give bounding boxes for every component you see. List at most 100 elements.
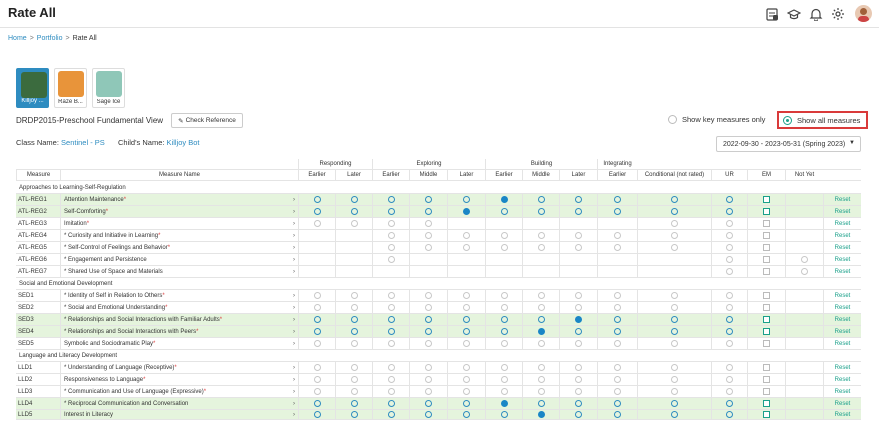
rating-radio-icon[interactable] — [387, 256, 395, 263]
ur-radio-icon[interactable] — [726, 220, 733, 227]
rating-cell[interactable] — [372, 326, 409, 337]
rating-cell[interactable] — [597, 242, 637, 253]
rating-radio-icon[interactable] — [425, 411, 432, 418]
rating-cell[interactable] — [372, 290, 409, 301]
rating-cell[interactable] — [559, 254, 597, 265]
em-cell[interactable] — [747, 374, 785, 385]
rating-radio-icon[interactable] — [313, 304, 321, 311]
rating-cell[interactable] — [447, 410, 485, 419]
rating-cell[interactable] — [372, 362, 409, 373]
conditional-radio-icon[interactable] — [671, 328, 678, 335]
ur-radio-icon[interactable] — [726, 328, 733, 335]
rating-cell[interactable] — [298, 290, 335, 301]
em-checkbox-icon[interactable] — [763, 232, 770, 239]
rating-radio-icon[interactable] — [575, 328, 582, 335]
ur-radio-icon[interactable] — [726, 340, 733, 347]
rating-cell[interactable] — [409, 386, 447, 397]
rating-cell[interactable] — [447, 338, 485, 349]
rating-radio-icon[interactable] — [425, 316, 432, 323]
rating-cell[interactable] — [522, 326, 559, 337]
chevron-right-icon[interactable]: › — [293, 389, 295, 395]
rating-cell[interactable] — [447, 398, 485, 409]
ur-radio-icon[interactable] — [726, 364, 733, 371]
em-checkbox-icon[interactable] — [763, 244, 770, 251]
rating-cell[interactable] — [597, 398, 637, 409]
ur-radio-icon[interactable] — [726, 244, 733, 251]
rating-cell[interactable] — [447, 314, 485, 325]
em-cell[interactable] — [747, 266, 785, 277]
rating-radio-icon[interactable] — [575, 232, 582, 239]
conditional-cell[interactable] — [637, 386, 711, 397]
show-key-measures-radio[interactable]: Show key measures only — [668, 115, 765, 124]
em-cell[interactable] — [747, 206, 785, 217]
ur-cell[interactable] — [711, 302, 747, 313]
not-yet-cell[interactable] — [785, 338, 823, 349]
rating-cell[interactable] — [409, 194, 447, 205]
rating-cell[interactable] — [447, 326, 485, 337]
rating-radio-icon[interactable] — [350, 220, 358, 227]
rating-radio-icon[interactable] — [614, 232, 621, 239]
rating-cell[interactable] — [447, 374, 485, 385]
rating-radio-icon[interactable] — [313, 364, 321, 371]
em-cell[interactable] — [747, 230, 785, 241]
conditional-cell[interactable] — [637, 362, 711, 373]
rating-radio-icon[interactable] — [500, 340, 508, 347]
rating-cell[interactable] — [298, 266, 335, 277]
measure-name-cell[interactable]: * Reciprocal Communication and Conversat… — [60, 398, 298, 409]
rating-cell[interactable] — [522, 410, 559, 419]
conditional-cell[interactable] — [637, 326, 711, 337]
rating-cell[interactable] — [447, 194, 485, 205]
rating-radio-icon[interactable] — [614, 244, 621, 251]
rating-cell[interactable] — [559, 206, 597, 217]
ur-radio-icon[interactable] — [726, 400, 733, 407]
rating-cell[interactable] — [409, 314, 447, 325]
rating-cell[interactable] — [298, 242, 335, 253]
rating-cell[interactable] — [447, 242, 485, 253]
not-yet-cell[interactable] — [785, 242, 823, 253]
conditional-cell[interactable] — [637, 290, 711, 301]
rating-radio-icon[interactable] — [313, 220, 321, 227]
rating-radio-icon[interactable] — [537, 316, 545, 323]
rating-cell[interactable] — [372, 410, 409, 419]
em-cell[interactable] — [747, 410, 785, 419]
rating-cell[interactable] — [597, 410, 637, 419]
rating-cell[interactable] — [409, 266, 447, 277]
rating-cell[interactable] — [559, 290, 597, 301]
rating-radio-icon[interactable] — [500, 316, 508, 323]
rating-cell[interactable] — [335, 194, 372, 205]
chevron-right-icon[interactable]: › — [293, 293, 295, 299]
not-yet-cell[interactable] — [785, 254, 823, 265]
conditional-cell[interactable] — [637, 410, 711, 419]
conditional-cell[interactable] — [637, 242, 711, 253]
rating-cell[interactable] — [485, 410, 522, 419]
rating-radio-icon[interactable] — [425, 292, 432, 299]
rating-radio-icon[interactable] — [387, 364, 395, 371]
child-card-2[interactable]: Sage Ice — [92, 68, 125, 108]
rating-radio-icon[interactable] — [614, 304, 621, 311]
rating-radio-icon[interactable] — [387, 400, 395, 407]
rating-radio-icon[interactable] — [500, 376, 508, 383]
rating-radio-icon[interactable] — [614, 208, 621, 215]
rating-radio-icon[interactable] — [387, 220, 395, 227]
rating-radio-icon[interactable] — [500, 292, 508, 299]
rating-cell[interactable] — [597, 290, 637, 301]
rating-cell[interactable] — [597, 326, 637, 337]
ur-cell[interactable] — [711, 206, 747, 217]
em-checkbox-icon[interactable] — [763, 316, 770, 323]
reset-link[interactable]: Reset — [835, 197, 851, 203]
rating-cell[interactable] — [372, 230, 409, 241]
reset-link[interactable]: Reset — [835, 269, 851, 275]
rating-radio-icon[interactable] — [463, 232, 470, 239]
rating-cell[interactable] — [559, 326, 597, 337]
ur-radio-icon[interactable] — [726, 268, 733, 275]
em-cell[interactable] — [747, 194, 785, 205]
conditional-cell[interactable] — [637, 230, 711, 241]
rating-cell[interactable] — [447, 254, 485, 265]
conditional-radio-icon[interactable] — [671, 340, 678, 347]
rating-cell[interactable] — [372, 206, 409, 217]
rating-radio-icon[interactable] — [537, 232, 545, 239]
reset-link[interactable]: Reset — [835, 257, 851, 263]
show-all-measures-radio[interactable]: Show all measures — [777, 111, 868, 129]
rating-cell[interactable] — [372, 386, 409, 397]
measure-name-cell[interactable]: Symbolic and Sociodramatic Play * › — [60, 338, 298, 349]
